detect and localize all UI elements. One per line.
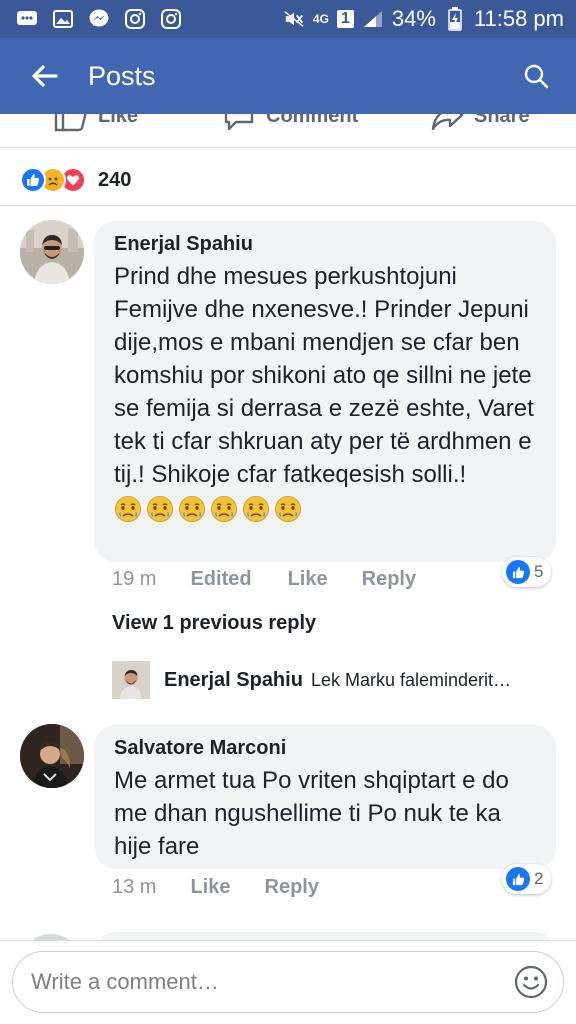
reply-preview[interactable]: Enerjal Spahiu Lek Marku faleminderit…	[112, 660, 562, 700]
reactions-summary[interactable]: 240	[20, 165, 131, 195]
comment-author[interactable]: Salvatore Marconi	[114, 737, 536, 760]
battery-icon	[444, 7, 466, 31]
crying-face-icon	[274, 495, 302, 523]
battery-percent: 34%	[391, 6, 436, 31]
notification-icons	[16, 8, 182, 30]
like-count-value: 5	[534, 562, 544, 581]
clock: 11:58 pm	[473, 6, 564, 31]
reply-link[interactable]: Reply	[265, 876, 319, 899]
network-type: 4G	[312, 12, 329, 26]
comment-meta: 19 m Edited Like Reply	[112, 568, 416, 591]
gallery-icon	[52, 8, 74, 30]
share-action-button[interactable]: Share	[430, 114, 530, 132]
instagram-icon	[124, 8, 146, 30]
mute-icon	[283, 8, 305, 30]
like-reaction-icon	[20, 167, 46, 193]
crying-face-icon	[242, 495, 270, 523]
chat-icon	[16, 8, 38, 30]
like-link[interactable]: Like	[288, 568, 328, 591]
like-count-value: 2	[534, 869, 544, 888]
signal-icon	[362, 8, 384, 30]
crying-face-icon	[178, 495, 206, 523]
reaction-count: 240	[98, 168, 132, 191]
smiley-icon	[514, 965, 548, 999]
emoji-group	[114, 495, 302, 523]
person-photo-icon	[20, 724, 84, 788]
reply-author: Enerjal Spahiu	[164, 668, 303, 691]
messenger-icon	[88, 8, 110, 30]
comment-meta: 13 m Like Reply	[112, 876, 319, 899]
crying-face-icon	[146, 495, 174, 523]
comment-composer	[0, 940, 576, 1024]
app-header: Posts	[0, 38, 576, 114]
crying-face-icon	[210, 495, 238, 523]
search-icon	[524, 64, 549, 89]
thumbs-up-icon	[506, 867, 530, 891]
comment-bubble[interactable]: Enerjal Spahiu Prind dhe mesues perkusht…	[94, 221, 556, 562]
like-action-label: Like	[98, 114, 139, 127]
comment-like-count[interactable]: 2	[502, 864, 552, 894]
edited-link[interactable]: Edited	[190, 568, 251, 591]
comment-body: Prind dhe mesues perkushtojuni Femijve d…	[114, 263, 534, 488]
search-button[interactable]	[496, 38, 576, 114]
divider	[0, 205, 576, 206]
status-bar: 4G 1 34% 11:58 pm	[0, 0, 576, 38]
comment-bubble[interactable]: Salvatore Marconi Me armet tua Po vriten…	[94, 725, 556, 869]
page-title: Posts	[88, 60, 156, 91]
comment-action-label: Comment	[266, 114, 359, 127]
comment-text: Prind dhe mesues perkushtojuni Femijve d…	[114, 260, 536, 524]
instagram-icon	[160, 8, 182, 30]
reply-link[interactable]: Reply	[362, 568, 416, 591]
share-icon	[431, 114, 464, 131]
emoji-button[interactable]	[513, 964, 549, 1000]
comment-like-count[interactable]: 5	[502, 557, 552, 587]
like-link[interactable]: Like	[190, 876, 230, 899]
comment-timestamp: 19 m	[112, 568, 157, 590]
view-previous-replies[interactable]: View 1 previous reply	[112, 612, 316, 635]
thumbs-up-icon	[506, 560, 530, 584]
post-actions: Like Comment Share	[0, 114, 576, 148]
person-photo-icon	[112, 661, 150, 699]
comment-input-box[interactable]	[12, 951, 564, 1013]
comment-input[interactable]	[31, 969, 513, 995]
comment-action-button[interactable]: Comment	[222, 114, 358, 132]
person-photo-icon	[20, 220, 84, 284]
like-action-button[interactable]: Like	[54, 114, 138, 132]
back-arrow-icon	[32, 65, 58, 87]
back-button[interactable]	[0, 38, 88, 114]
reply-snippet: Lek Marku faleminderit…	[310, 669, 512, 690]
crying-face-icon	[114, 495, 142, 523]
comment-author[interactable]: Enerjal Spahiu	[114, 233, 536, 256]
comment-timestamp: 13 m	[112, 876, 157, 898]
sim-indicator: 1	[336, 10, 354, 28]
avatar[interactable]	[20, 220, 84, 284]
avatar[interactable]	[20, 724, 84, 788]
comment-icon	[224, 114, 254, 131]
avatar[interactable]	[112, 661, 150, 699]
comment-text: Me armet tua Po vriten shqiptart e do me…	[114, 767, 509, 860]
share-action-label: Share	[474, 114, 530, 127]
system-status: 4G 1 34% 11:58 pm	[283, 6, 564, 32]
thumbs-up-icon	[54, 114, 87, 132]
